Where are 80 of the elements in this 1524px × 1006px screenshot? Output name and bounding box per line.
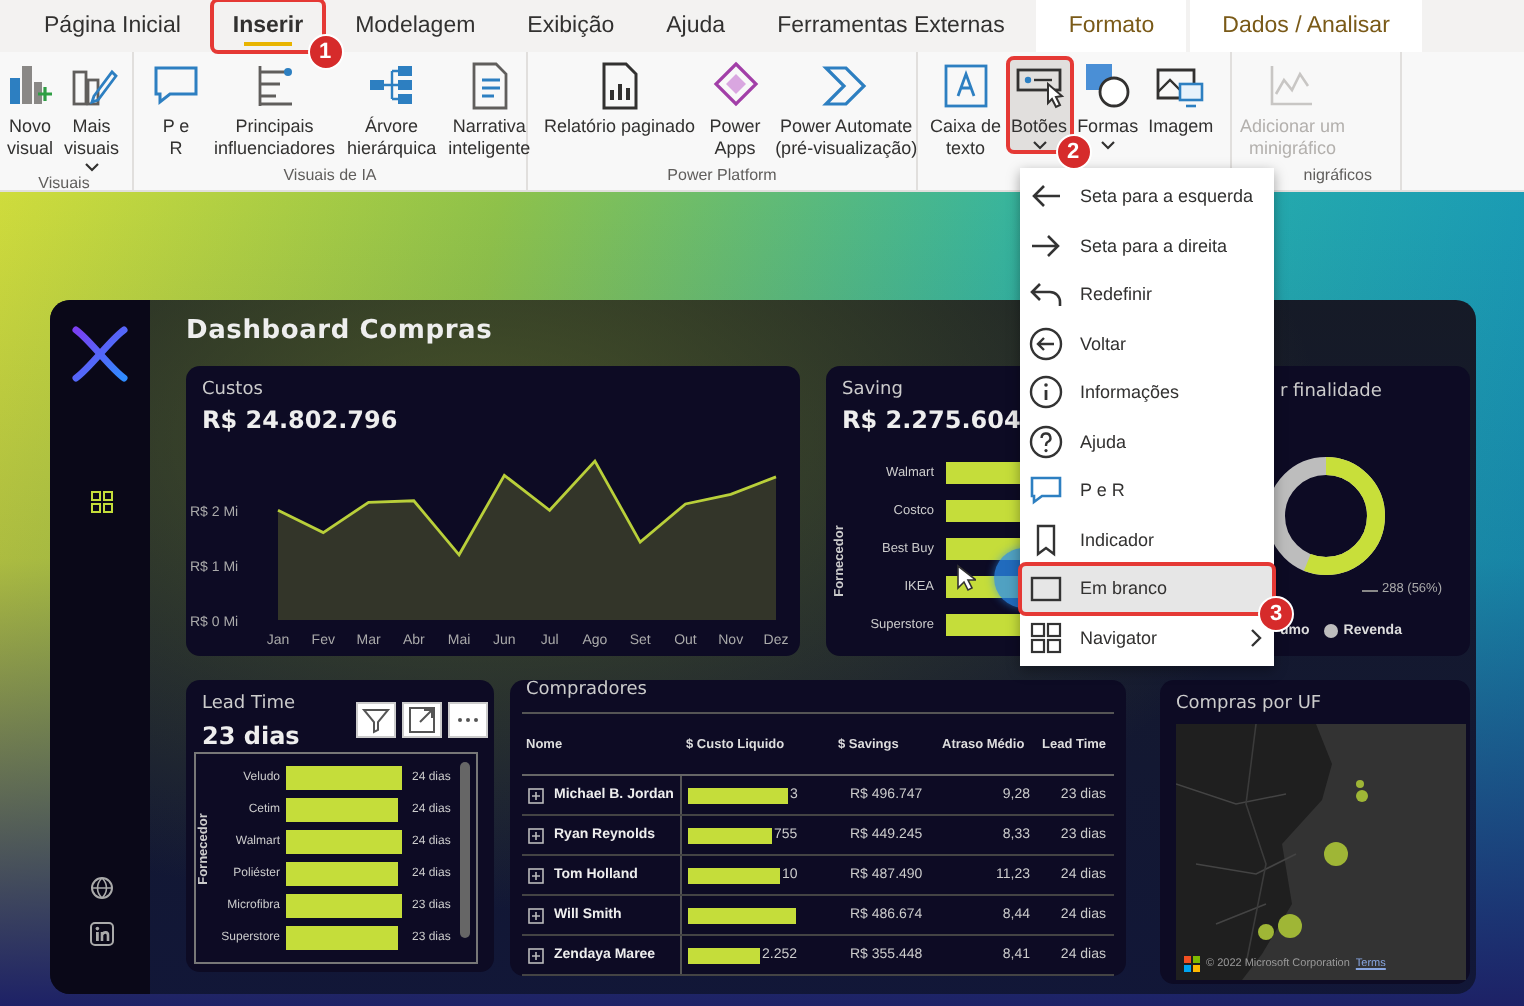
card-value: 23 dias xyxy=(202,720,300,750)
bar xyxy=(286,894,403,918)
diamond-icon xyxy=(709,60,762,112)
shapes-icon xyxy=(1081,60,1134,112)
bar xyxy=(286,862,399,886)
filter-icon xyxy=(360,704,392,736)
data-bar xyxy=(688,827,772,843)
group-label: Visuais de IA xyxy=(281,166,379,188)
expand-icon[interactable] xyxy=(528,827,544,843)
speech-bubble-icon xyxy=(1028,472,1064,509)
ribbon-tab[interactable]: Página Inicial xyxy=(24,0,201,52)
card-title: Compradores xyxy=(522,680,1114,714)
globe-icon xyxy=(90,876,114,900)
caret-icon xyxy=(83,162,100,172)
group-label: nigráficos xyxy=(1301,166,1374,188)
dashboard-title: Dashboard Compras xyxy=(186,316,493,346)
ribbon-tab[interactable]: Formato xyxy=(1036,0,1187,52)
bar xyxy=(286,766,403,790)
ribbon-tab[interactable]: Ferramentas Externas xyxy=(757,0,1025,52)
ribbon-button[interactable]: Relatório paginado xyxy=(540,58,700,140)
menu-item[interactable]: Redefinir xyxy=(1020,270,1274,319)
ribbon-tab[interactable]: Exibição xyxy=(507,0,635,52)
ribbon-button[interactable]: Imagem xyxy=(1144,58,1218,140)
more-button[interactable] xyxy=(448,702,488,738)
focus-mode-button[interactable] xyxy=(402,702,442,738)
menu-item[interactable]: Em branco xyxy=(1020,564,1274,613)
ribbon-tab[interactable]: Ajuda xyxy=(646,0,746,52)
expand-icon[interactable] xyxy=(528,947,544,963)
card-title: r finalidade xyxy=(1280,382,1382,402)
help-icon xyxy=(1028,423,1064,460)
group-label: Visuais xyxy=(36,174,92,196)
expand-icon[interactable] xyxy=(528,867,544,883)
text-box-icon xyxy=(939,60,992,112)
data-bar xyxy=(688,907,796,923)
card-title: Saving xyxy=(842,380,903,400)
card-title: Lead Time xyxy=(202,694,296,714)
card-title: Compras por UF xyxy=(1176,694,1322,714)
filter-button[interactable] xyxy=(356,702,396,738)
info-icon xyxy=(1028,374,1064,411)
back-circle-icon xyxy=(1028,325,1064,362)
social-icon xyxy=(90,922,114,946)
ribbon-button[interactable]: Mais visuais xyxy=(60,58,124,174)
bar xyxy=(286,926,399,950)
logo-icon xyxy=(70,324,130,384)
chevron-right-icon xyxy=(1250,627,1262,648)
ribbon-button[interactable]: Novo visual xyxy=(0,58,60,162)
menu-item[interactable]: Seta para a direita xyxy=(1020,221,1274,270)
menu-item[interactable]: Voltar xyxy=(1020,319,1274,368)
bar xyxy=(286,798,399,822)
ribbon-button[interactable]: Power Apps xyxy=(705,58,766,162)
ribbon-tab[interactable]: Dados / Analisar xyxy=(1190,0,1422,52)
ribbon-button[interactable]: Árvore hierárquica xyxy=(343,58,441,162)
menu-item[interactable]: Ajuda xyxy=(1020,417,1274,466)
data-bar xyxy=(688,787,788,803)
leader-line xyxy=(1362,590,1378,592)
caret-icon xyxy=(1099,140,1116,150)
expand-icon[interactable] xyxy=(528,787,544,803)
menu-item[interactable]: Indicador xyxy=(1020,515,1274,564)
logo-icon xyxy=(1184,956,1200,972)
card-title: Custos xyxy=(202,380,263,400)
bar xyxy=(286,830,403,854)
grid-icon xyxy=(1028,619,1064,656)
card-value: R$ 24.802.796 xyxy=(202,406,398,434)
card-value: R$ 2.275.604 xyxy=(842,406,1021,434)
caret-icon xyxy=(1031,140,1048,150)
ribbon-button[interactable]: Caixa de texto xyxy=(926,58,1006,162)
menu-item[interactable]: Informações xyxy=(1020,368,1274,417)
ribbon-button[interactable]: Power Automate (pré-visualização) xyxy=(771,58,922,162)
ribbon-button[interactable]: Narrativa inteligente xyxy=(444,58,535,162)
scrollbar[interactable] xyxy=(460,762,470,938)
menu-item[interactable]: P e R xyxy=(1020,466,1274,515)
expand-icon[interactable] xyxy=(528,907,544,923)
group-label: Power Platform xyxy=(665,166,779,188)
menu-item[interactable]: Seta para a esquerda xyxy=(1020,172,1274,221)
data-bar xyxy=(688,947,760,963)
cursor-icon xyxy=(956,564,976,592)
grid-icon xyxy=(90,490,114,514)
ribbon-button[interactable]: P e R xyxy=(146,58,206,162)
focus-mode-icon xyxy=(406,704,438,736)
data-bar xyxy=(688,867,780,883)
